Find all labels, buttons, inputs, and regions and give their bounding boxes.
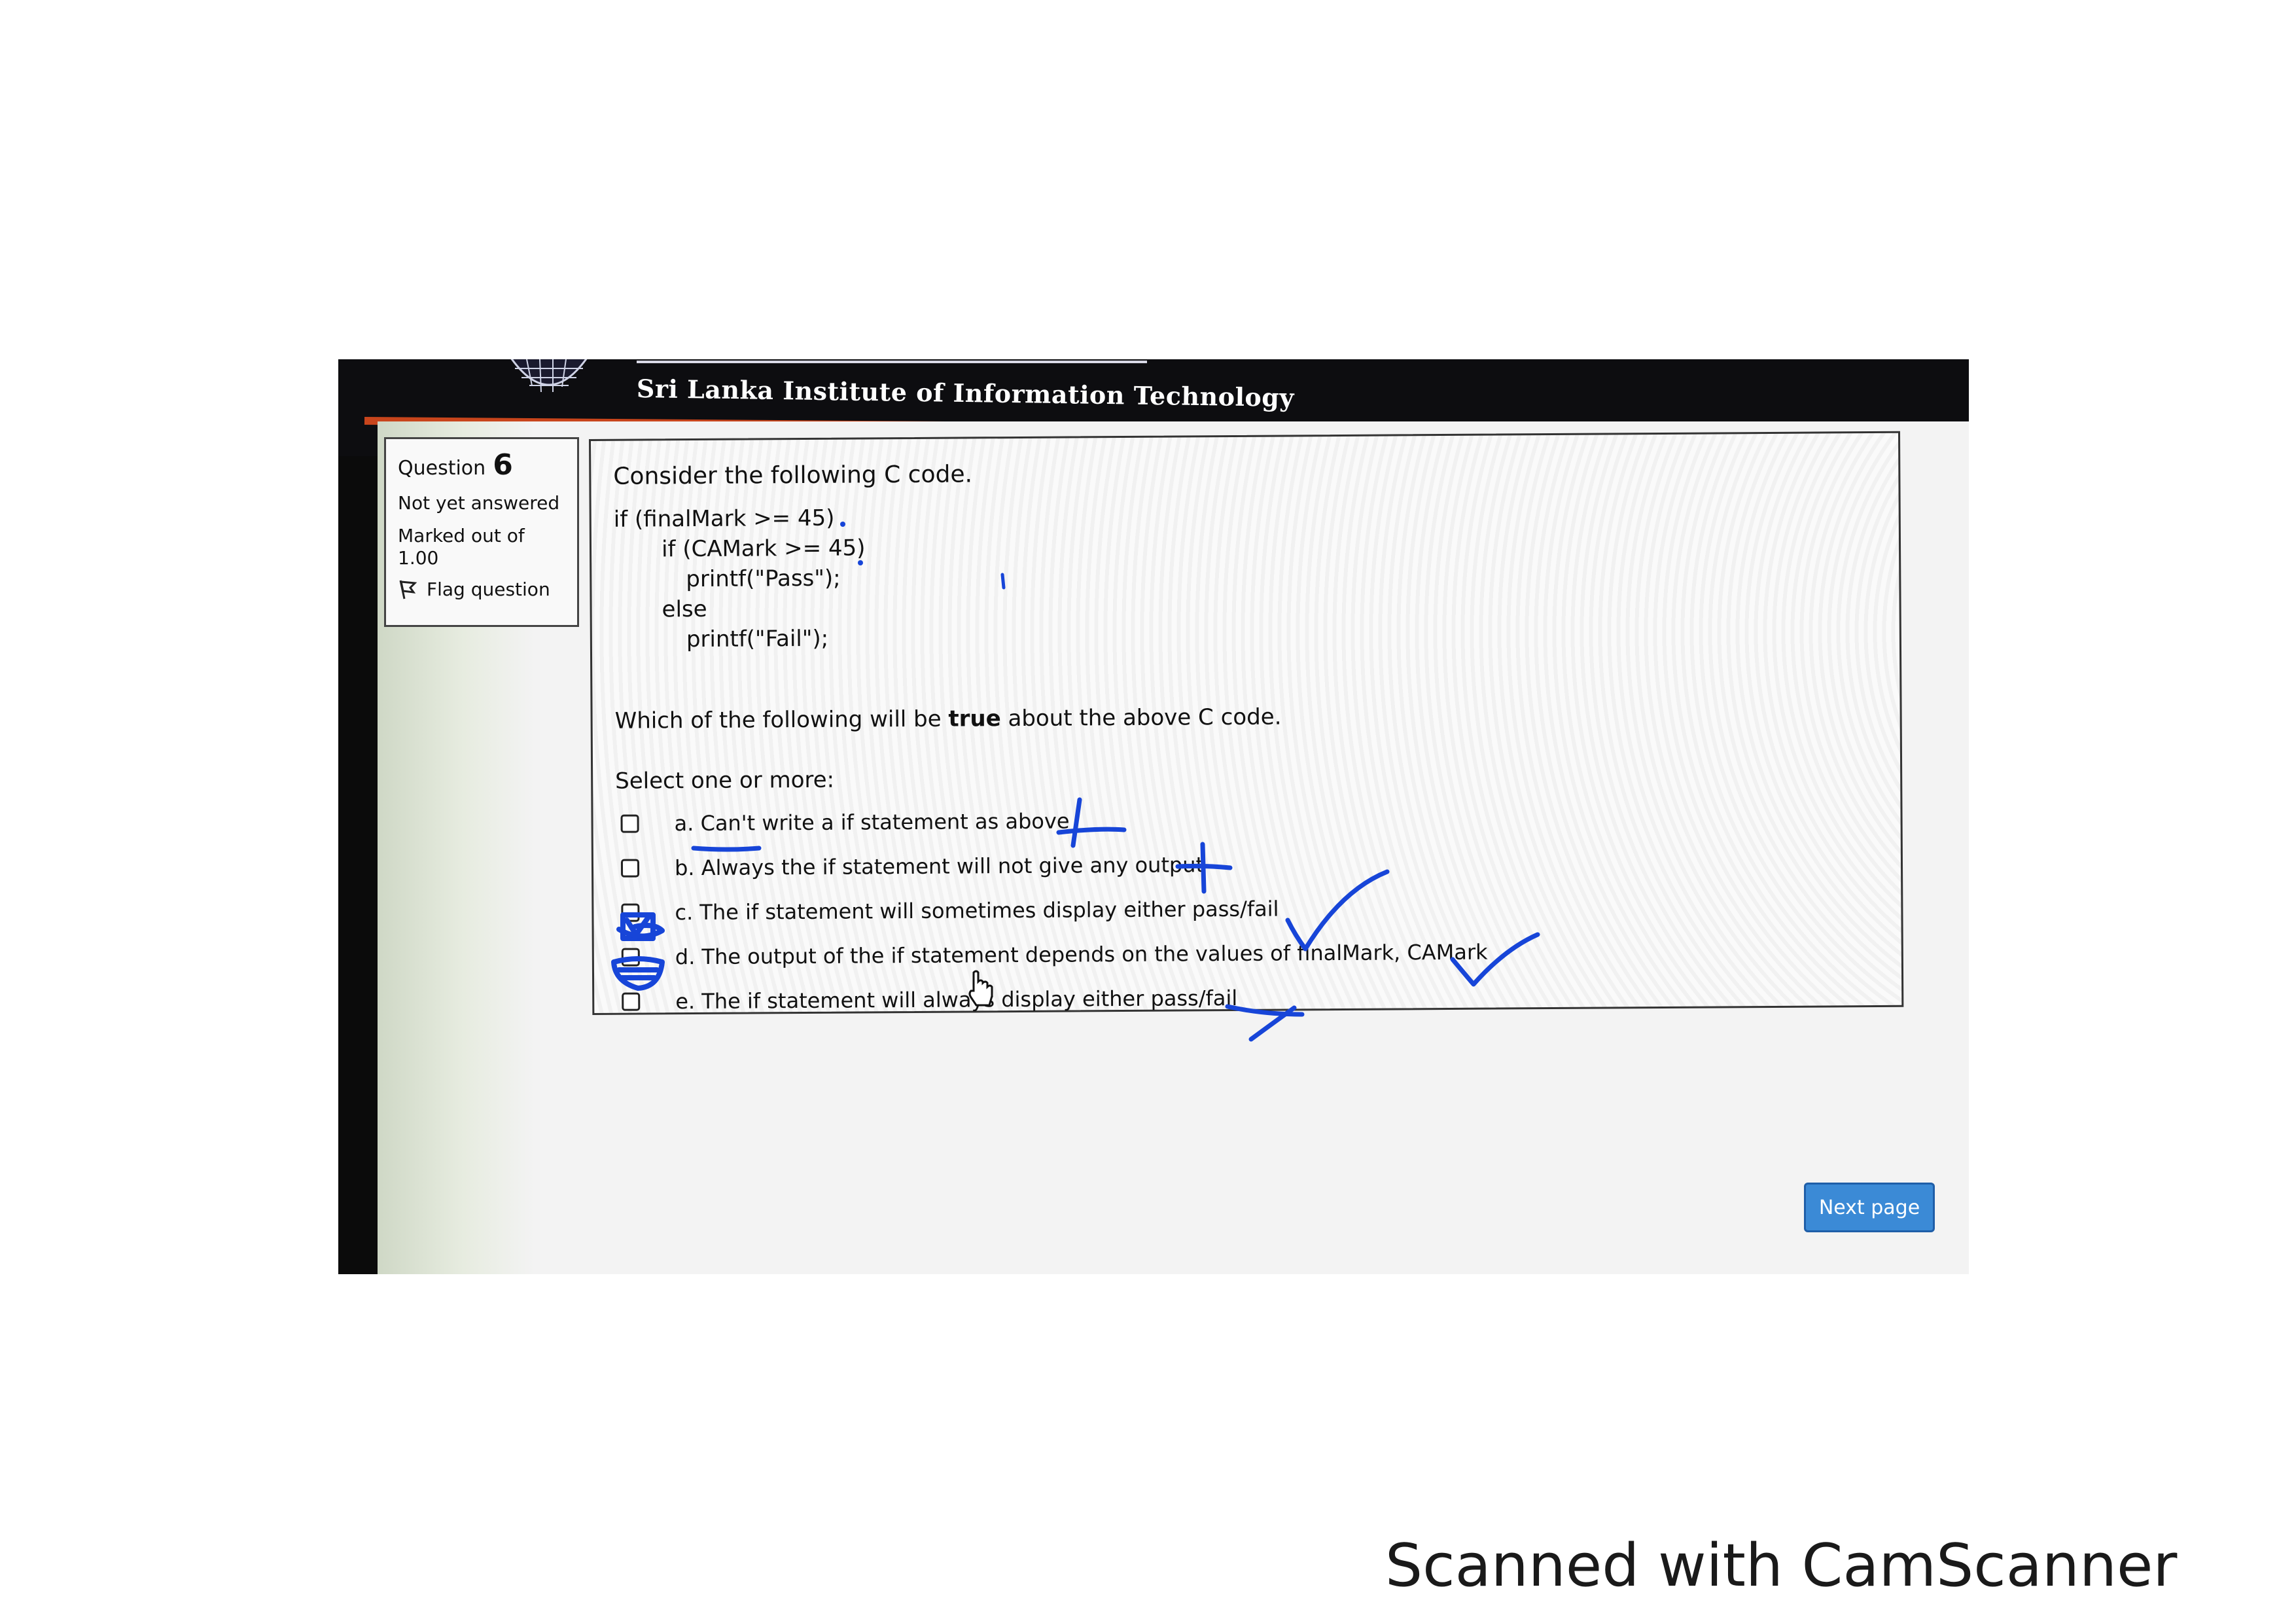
- option-e-label: e. The if statement will always display …: [675, 985, 1238, 1014]
- code-line: printf("Fail");: [686, 625, 829, 653]
- code-line: if (finalMark >= 45): [613, 505, 835, 533]
- question-text-before: Which of the following will be: [614, 705, 942, 734]
- question-number: 6: [493, 448, 513, 482]
- question-text: Which of the following will be true abou…: [615, 704, 1282, 734]
- option-a-label: a. Can't write a if statement as above: [674, 808, 1070, 836]
- select-instruction: Select one or more:: [615, 766, 835, 794]
- code-line: printf("Pass");: [686, 565, 841, 593]
- question-text-after: about the above C code.: [1008, 704, 1282, 732]
- question-info-panel: Question 6 Not yet answered Marked out o…: [384, 437, 579, 627]
- next-page-button[interactable]: Next page: [1804, 1183, 1935, 1232]
- question-prompt: Consider the following C code.: [613, 461, 973, 490]
- option-d-checkbox[interactable]: [621, 948, 640, 967]
- quiz-page: Question 6 Not yet answered Marked out o…: [378, 421, 1969, 1274]
- site-title: Sri Lanka Institute of Information Techn…: [636, 374, 1295, 413]
- code-line: if (CAMark >= 45): [661, 535, 866, 563]
- code-line: else: [662, 596, 707, 623]
- flag-icon: [399, 580, 417, 599]
- screen-photo: Sri Lanka Institute of Information Techn…: [338, 359, 1969, 1274]
- option-c-checkbox[interactable]: [621, 903, 640, 922]
- answer-option-b[interactable]: b. Always the if statement will not give…: [620, 852, 1205, 881]
- question-content: Consider the following C code. if (final…: [589, 431, 1904, 1015]
- option-b-checkbox[interactable]: [620, 859, 640, 878]
- option-a-checkbox[interactable]: [620, 814, 639, 833]
- question-status: Not yet answered: [398, 492, 560, 514]
- answer-option-d[interactable]: d. The output of the if statement depend…: [621, 939, 1488, 970]
- option-d-label: d. The output of the if statement depend…: [675, 939, 1488, 970]
- option-e-checkbox[interactable]: [622, 992, 641, 1011]
- institute-logo: [510, 359, 588, 393]
- camscanner-watermark: Scanned with CamScanner: [1385, 1531, 2178, 1600]
- flag-question-link[interactable]: Flag question: [398, 579, 565, 600]
- flag-question-label: Flag question: [427, 579, 550, 600]
- answer-option-a[interactable]: a. Can't write a if statement as above: [620, 808, 1070, 836]
- option-c-label: c. The if statement will sometimes displ…: [675, 896, 1279, 925]
- marked-out-of-value: 1.00: [398, 547, 439, 569]
- header-divider: [637, 361, 1147, 363]
- question-text-emphasis: true: [948, 705, 1001, 732]
- marked-out-of-label: Marked out of: [398, 525, 525, 546]
- question-label: Question: [398, 457, 486, 480]
- answer-option-e[interactable]: e. The if statement will always display …: [622, 986, 1237, 1014]
- marked-out-of: Marked out of 1.00: [398, 525, 565, 569]
- answer-option-c[interactable]: c. The if statement will sometimes displ…: [621, 897, 1279, 925]
- option-b-label: b. Always the if statement will not give…: [674, 852, 1205, 881]
